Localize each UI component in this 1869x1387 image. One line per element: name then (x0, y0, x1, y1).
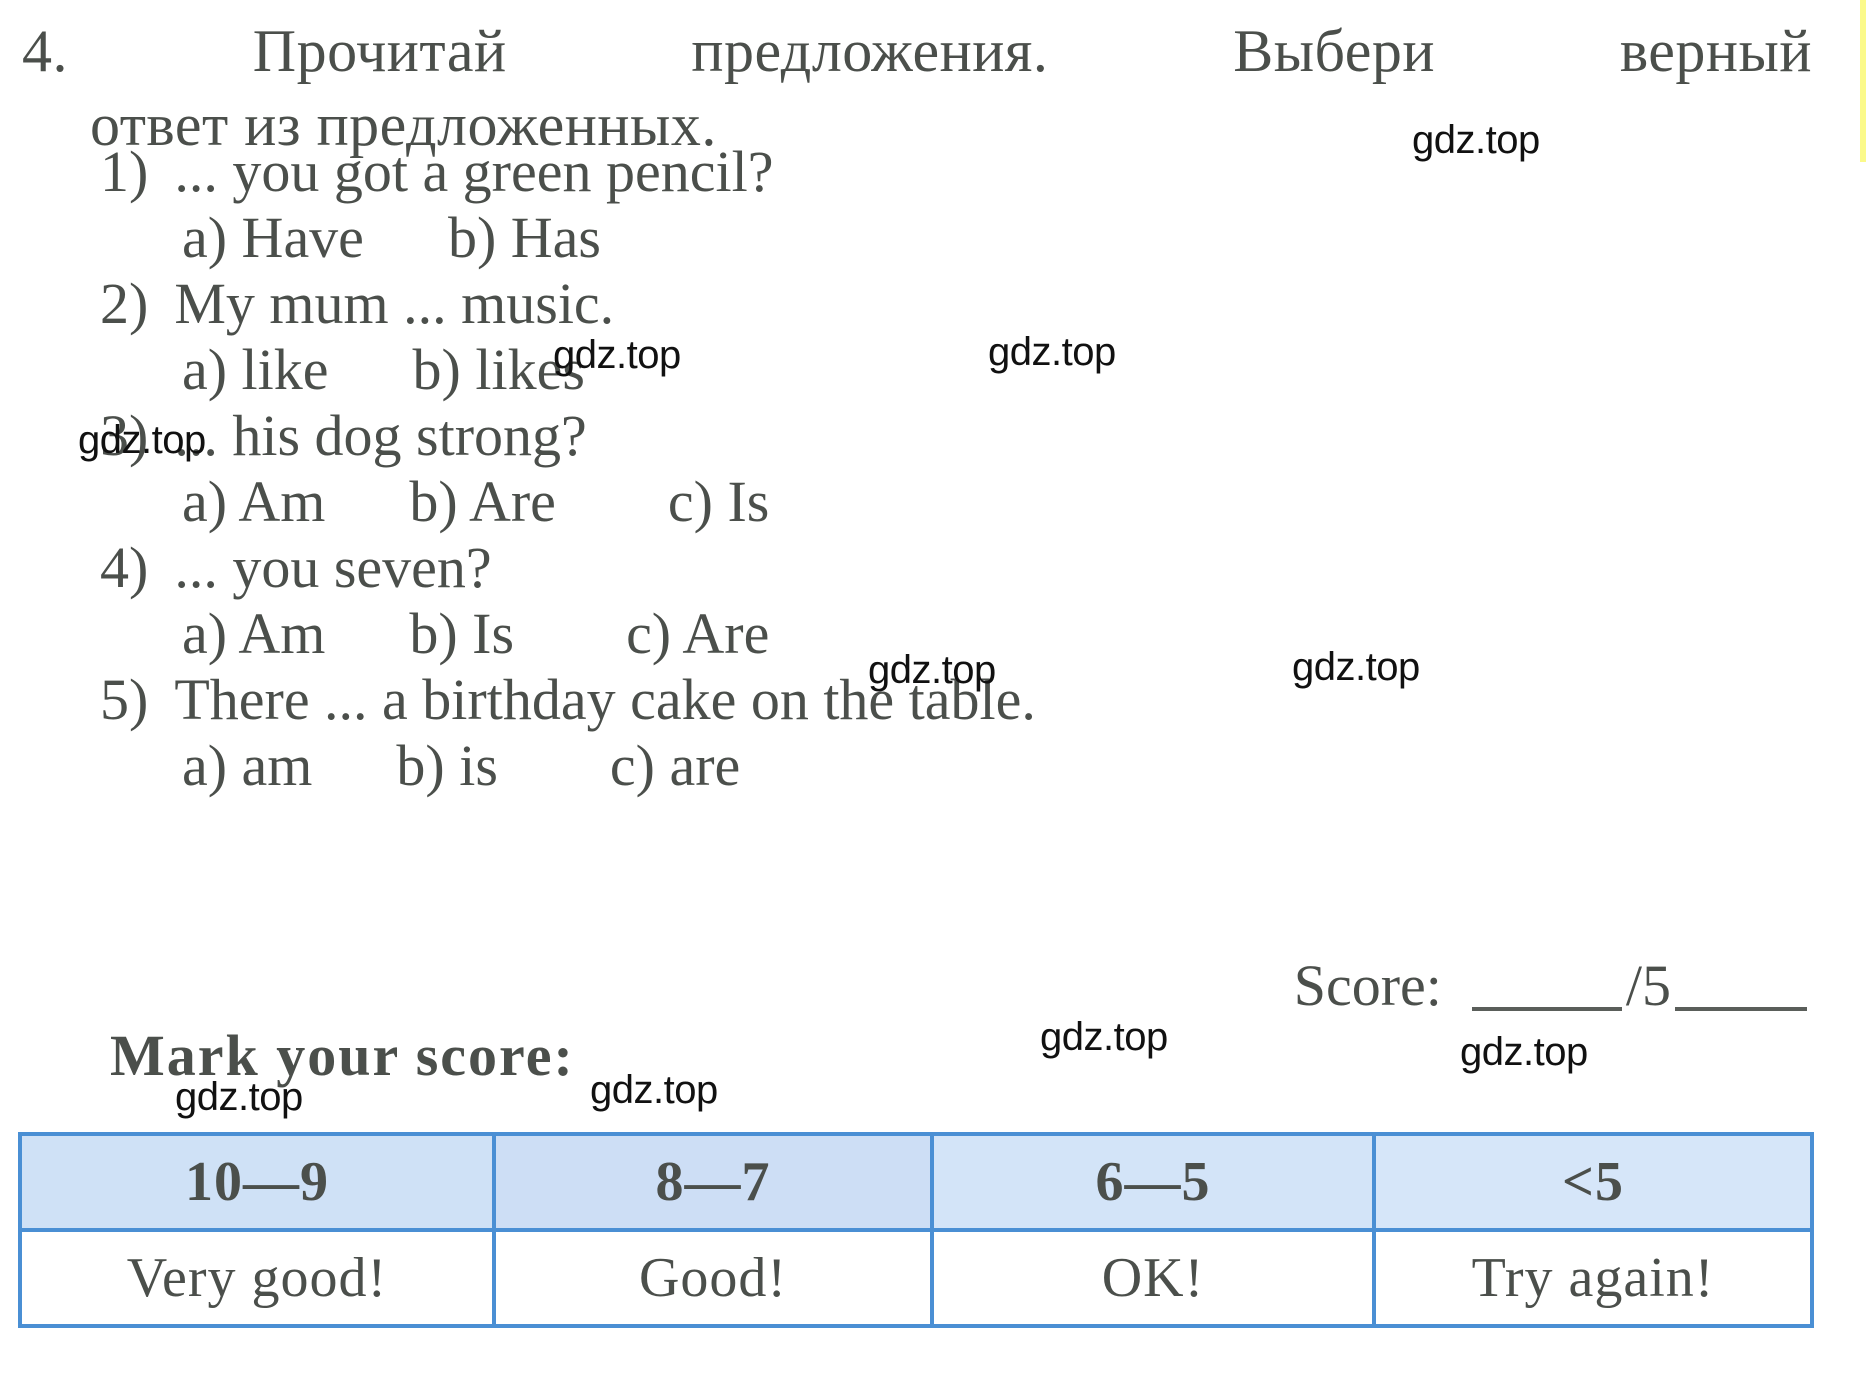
question-options: a) Have b) Has (182, 206, 1842, 270)
question-stem: 1) ... you got a green pencil? (100, 140, 1842, 204)
grade-cell: 6—5 (930, 1132, 1376, 1232)
watermark: gdz.top (553, 333, 681, 377)
task-prompt-word-4: верный (1619, 18, 1812, 84)
question-text: My mum ... music. (174, 271, 615, 336)
option-c[interactable]: c) are (610, 734, 740, 798)
watermark: gdz.top (175, 1075, 303, 1119)
watermark: gdz.top (868, 648, 996, 692)
task-prompt-word-3: Выбери (1233, 18, 1436, 84)
task-number: 4. (22, 18, 68, 84)
score-line: Score: /5 (1294, 952, 1811, 1019)
table-row-grades: 10—9 8—7 6—5 <5 (18, 1132, 1814, 1232)
grade-cell: 10—9 (18, 1132, 496, 1232)
question-options: a) Am b) Are c) Is (182, 470, 1842, 534)
score-rubric-table: 10—9 8—7 6—5 <5 Very good! Good! OK! Try… (18, 1132, 1814, 1328)
question-marker: 2) (100, 271, 149, 336)
option-b[interactable]: b) is (396, 734, 498, 798)
grade-cell: <5 (1372, 1132, 1814, 1232)
option-a[interactable]: a) Have (182, 206, 364, 270)
question-list: 1) ... you got a green pencil? a) Have b) … (22, 140, 1842, 800)
score-trailing-rule (1675, 1007, 1807, 1011)
option-a[interactable]: a) like (182, 338, 329, 402)
option-a[interactable]: a) Am (182, 602, 325, 666)
table-row-verdicts: Very good! Good! OK! Try again! (18, 1228, 1814, 1328)
watermark: gdz.top (1412, 118, 1540, 162)
option-a[interactable]: a) Am (182, 470, 325, 534)
question-text: ... you got a green pencil? (174, 139, 774, 204)
option-a[interactable]: a) am (182, 734, 312, 798)
option-c[interactable]: c) Is (668, 470, 769, 534)
question-text: ... you seven? (174, 535, 492, 600)
watermark: gdz.top (1040, 1015, 1168, 1059)
question-options: a) Am b) Is c) Are (182, 602, 1842, 666)
question-stem: 2) My mum ... music. (100, 272, 1842, 336)
watermark: gdz.top (590, 1068, 718, 1112)
watermark: gdz.top (1292, 645, 1420, 689)
question-stem: 4) ... you seven? (100, 536, 1842, 600)
option-c[interactable]: c) Are (626, 602, 769, 666)
question-options: a) am b) is c) are (182, 734, 1842, 798)
verdict-cell: Good! (492, 1228, 934, 1328)
verdict-cell: OK! (930, 1228, 1376, 1328)
option-b[interactable]: b) Are (409, 470, 556, 534)
question-marker: 5) (100, 667, 149, 732)
task-prompt-word-2: предложения. (691, 18, 1049, 84)
score-blank-field[interactable] (1471, 1007, 1622, 1011)
option-b[interactable]: b) Is (409, 602, 514, 666)
watermark: gdz.top (1460, 1030, 1588, 1074)
worksheet-page: 4. Прочитай предложения. Выбери верный о… (0, 0, 1869, 1387)
watermark: gdz.top (78, 418, 206, 462)
grade-cell: 8—7 (492, 1132, 934, 1232)
score-max: /5 (1625, 953, 1671, 1018)
question-stem: 3)... his dog strong? (100, 404, 1842, 468)
question-text: ... his dog strong? (174, 403, 587, 468)
verdict-cell: Try again! (1372, 1228, 1814, 1328)
option-b[interactable]: b) Has (448, 206, 601, 270)
question-marker: 1) (100, 139, 149, 204)
verdict-cell: Very good! (18, 1228, 496, 1328)
question-marker: 4) (100, 535, 149, 600)
watermark: gdz.top (988, 330, 1116, 374)
task-prompt-word-1: Прочитай (252, 18, 507, 84)
task-header-line-1: 4. Прочитай предложения. Выбери верный (22, 14, 1812, 88)
score-label: Score: (1293, 953, 1442, 1018)
scan-edge-strip (1860, 0, 1866, 162)
